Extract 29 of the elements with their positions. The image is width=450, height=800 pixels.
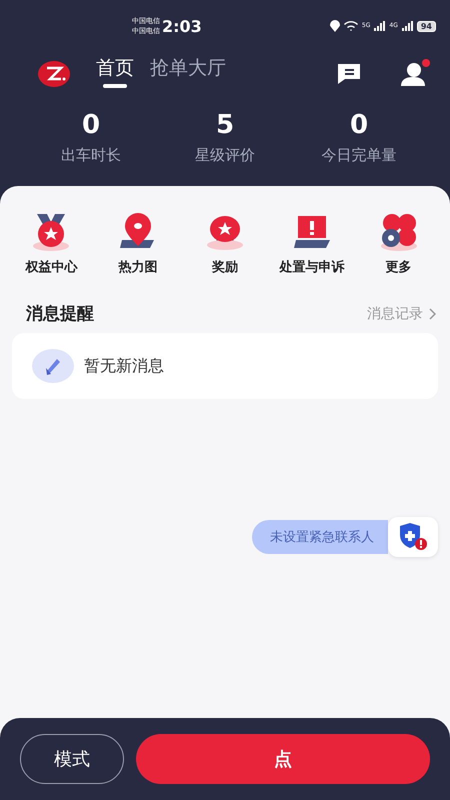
stat-value: 0: [350, 110, 368, 140]
shortcut-item[interactable]: 权益中心: [8, 212, 95, 276]
profile-icon[interactable]: [400, 62, 426, 86]
mode-button[interactable]: 模式: [20, 734, 124, 784]
chat-icon[interactable]: [336, 63, 362, 85]
logo-icon: [38, 61, 70, 87]
shortcut-item[interactable]: 热力图: [94, 212, 182, 276]
shield-alert-icon: [398, 523, 428, 551]
signal-icon: [374, 21, 386, 31]
shortcut-item[interactable]: 处置与申诉: [268, 212, 356, 276]
stat-value: 0: [82, 110, 100, 140]
empty-message: 暂无新消息: [84, 356, 164, 376]
nav-tab[interactable]: 抢单大厅: [142, 54, 234, 94]
stat-label: 出车时长: [61, 146, 121, 165]
shortcut-item[interactable]: 奖励: [182, 212, 268, 276]
chevron-icon: [429, 308, 436, 320]
battery-level: 94: [416, 20, 436, 32]
signal-icon: [402, 21, 413, 31]
wifi-icon: [344, 21, 358, 31]
location-icon: [330, 20, 340, 32]
stat-label: 星级评价: [195, 146, 255, 165]
shield-button[interactable]: [388, 517, 438, 557]
nav-tab[interactable]: 首页: [88, 54, 142, 94]
stat-label: 今日完单量: [322, 146, 396, 165]
start-button[interactable]: 点: [136, 734, 430, 784]
status-time: 2:03: [162, 16, 202, 36]
shortcut-item[interactable]: 更多: [355, 212, 442, 276]
stat-value: 5: [216, 110, 234, 140]
section-title: 消息提醒: [26, 303, 94, 325]
